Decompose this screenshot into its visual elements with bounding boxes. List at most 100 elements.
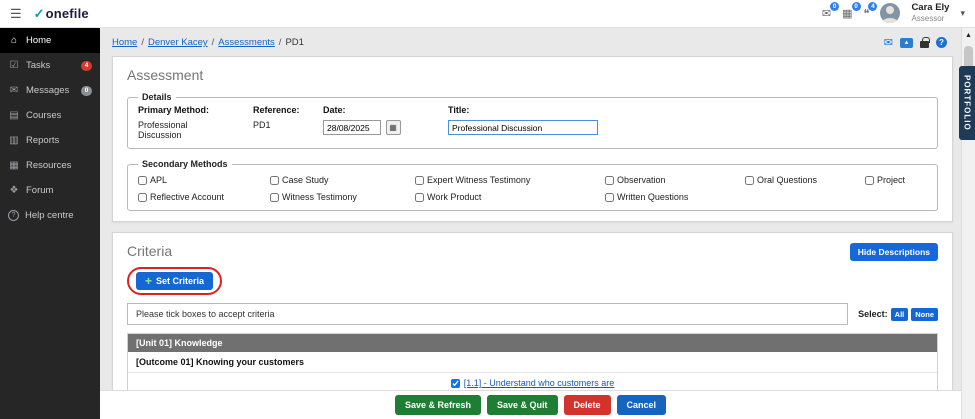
page-action-icons: ✉ ▴ ? <box>884 36 953 49</box>
checkbox-witness-testimony[interactable]: Witness Testimony <box>270 192 415 202</box>
mail-icon[interactable]: ✉ 0 <box>822 1 840 20</box>
date-input[interactable] <box>323 120 381 135</box>
project-checkbox[interactable] <box>865 175 874 185</box>
forum-icon: ❖ <box>9 185 19 196</box>
checkbox-oral-questions[interactable]: Oral Questions <box>745 175 865 185</box>
apl-checkbox[interactable] <box>138 175 147 185</box>
title-input[interactable] <box>448 120 598 135</box>
calendar-glyph: ▦ <box>842 7 853 20</box>
calendar-picker-icon[interactable]: ▦ <box>385 120 401 135</box>
scroll-up-icon[interactable]: ▲ <box>962 28 975 39</box>
cancel-button[interactable]: Cancel <box>616 395 667 415</box>
case-study-checkbox[interactable] <box>270 175 279 185</box>
details-fieldset: Details Primary Method: Professional Dis… <box>127 92 938 149</box>
primary-method-field: Primary Method: Professional Discussion <box>138 105 233 140</box>
unit-header-row: [Unit 01] Knowledge <box>128 334 937 352</box>
sidebar-item-label: Tasks <box>26 60 51 71</box>
date-label: Date: <box>323 105 346 115</box>
sidebar-item-label: Forum <box>26 185 54 196</box>
courses-icon: ▤ <box>9 110 19 121</box>
secondary-methods-legend: Secondary Methods <box>142 159 228 169</box>
checkbox-reflective-account[interactable]: Reflective Account <box>138 192 270 202</box>
calendar-badge: 0 <box>851 1 861 11</box>
breadcrumb-separator: / <box>141 37 144 48</box>
assessment-title: Assessment <box>127 67 204 83</box>
outcome-header-row: [Outcome 01] Knowing your customers <box>128 352 937 373</box>
delete-button[interactable]: Delete <box>563 395 611 415</box>
sidebar-item-home[interactable]: ⌂ Home <box>0 28 100 53</box>
sidebar-item-help-centre[interactable]: ? Help centre <box>0 203 100 228</box>
menu-icon[interactable]: ☰ <box>10 6 22 22</box>
criteria-table: [Unit 01] Knowledge [Outcome 01] Knowing… <box>127 333 938 393</box>
messages-icon: ✉ <box>9 85 19 96</box>
checkbox-work-product[interactable]: Work Product <box>415 192 605 202</box>
select-label: Select: <box>858 309 888 319</box>
mail-badge: 0 <box>830 1 840 11</box>
topbar-right: ✉ 0 ▦ 0 ❝ 4 Cara Ely Assessor ▾ <box>822 1 965 24</box>
logo-check-icon: ✓ <box>33 5 45 21</box>
checkbox-project[interactable]: Project <box>865 175 927 185</box>
sidebar-item-courses[interactable]: ▤ Courses <box>0 103 100 128</box>
criterion-checkbox[interactable] <box>450 378 460 388</box>
home-icon: ⌂ <box>10 35 18 46</box>
date-field: Date: ▦ <box>323 105 428 140</box>
breadcrumb-link-home[interactable]: Home <box>112 37 137 48</box>
chat-badge: 4 <box>868 1 878 11</box>
reflective-account-checkbox[interactable] <box>138 192 147 202</box>
primary-method-label: Primary Method: <box>138 105 210 115</box>
details-legend: Details <box>142 92 172 102</box>
sidebar-item-resources[interactable]: ▦ Resources <box>0 153 100 178</box>
observation-checkbox[interactable] <box>605 175 614 185</box>
save-quit-button[interactable]: Save & Quit <box>487 395 558 415</box>
user-role: Assessor <box>911 14 945 24</box>
checkbox-written-questions[interactable]: Written Questions <box>605 192 745 202</box>
chevron-down-icon[interactable]: ▾ <box>960 8 965 19</box>
witness-testimony-checkbox[interactable] <box>270 192 279 202</box>
checkbox-apl[interactable]: APL <box>138 175 270 185</box>
gallery-icon[interactable]: ▴ <box>900 37 913 48</box>
calendar-icon[interactable]: ▦ 0 <box>842 1 861 20</box>
breadcrumb-link-learner[interactable]: Denver Kacey <box>148 37 208 48</box>
sidebar-item-messages[interactable]: ✉ Messages 0 <box>0 78 100 103</box>
onefile-logo: ✓ onefile <box>34 6 89 22</box>
primary-method-value: Professional Discussion <box>138 120 188 140</box>
secondary-methods-fieldset: Secondary Methods APL Case Study Expert … <box>127 159 938 211</box>
select-all-button[interactable]: All <box>890 307 909 321</box>
written-questions-checkbox[interactable] <box>605 192 614 202</box>
reference-label: Reference: <box>253 105 300 115</box>
hide-descriptions-button[interactable]: Hide Descriptions <box>849 243 938 261</box>
main-content: Home / Denver Kacey / Assessments / PD1 … <box>100 28 961 419</box>
email-icon[interactable]: ✉ <box>884 36 893 49</box>
portfolio-tab[interactable]: PORTFOLIO <box>959 66 975 140</box>
save-refresh-button[interactable]: Save & Refresh <box>394 395 481 415</box>
breadcrumb-separator: / <box>278 37 282 48</box>
checkbox-case-study[interactable]: Case Study <box>270 175 415 185</box>
checkbox-observation[interactable]: Observation <box>605 175 745 185</box>
lock-icon[interactable] <box>920 37 930 48</box>
sidebar-item-label: Reports <box>26 135 60 146</box>
criterion-link[interactable]: [1.1] - Understand who customers are <box>464 378 615 388</box>
chat-icon[interactable]: ❝ 4 <box>864 1 878 20</box>
sidebar-item-label: Messages <box>26 85 70 96</box>
breadcrumb-link-assessments[interactable]: Assessments <box>218 37 275 48</box>
oral-questions-checkbox[interactable] <box>745 175 754 185</box>
sidebar-item-label: Help centre <box>25 210 74 221</box>
help-circle-icon[interactable]: ? <box>936 37 947 48</box>
set-criteria-button[interactable]: + Set Criteria <box>136 272 214 290</box>
messages-badge: 0 <box>81 85 92 96</box>
sidebar-item-tasks[interactable]: ☑ Tasks 4 <box>0 53 100 78</box>
sidebar-item-reports[interactable]: ▥ Reports <box>0 128 100 153</box>
checkbox-expert-witness-testimony[interactable]: Expert Witness Testimony <box>415 175 605 185</box>
sidebar-item-forum[interactable]: ❖ Forum <box>0 178 100 203</box>
tasks-icon: ☑ <box>9 60 19 71</box>
expert-witness-testimony-checkbox[interactable] <box>415 175 424 185</box>
select-none-button[interactable]: None <box>911 307 938 321</box>
reports-icon: ▥ <box>9 135 19 146</box>
select-group: Select: All None <box>858 307 938 321</box>
sidebar: ⌂ Home ☑ Tasks 4 ✉ Messages 0 ▤ Courses … <box>0 28 100 419</box>
work-product-checkbox[interactable] <box>415 192 424 202</box>
criteria-instruction: Please tick boxes to accept criteria <box>127 303 849 325</box>
avatar[interactable] <box>880 3 901 24</box>
logo-text: onefile <box>45 6 89 21</box>
reference-field: Reference: PD1 <box>253 105 303 140</box>
